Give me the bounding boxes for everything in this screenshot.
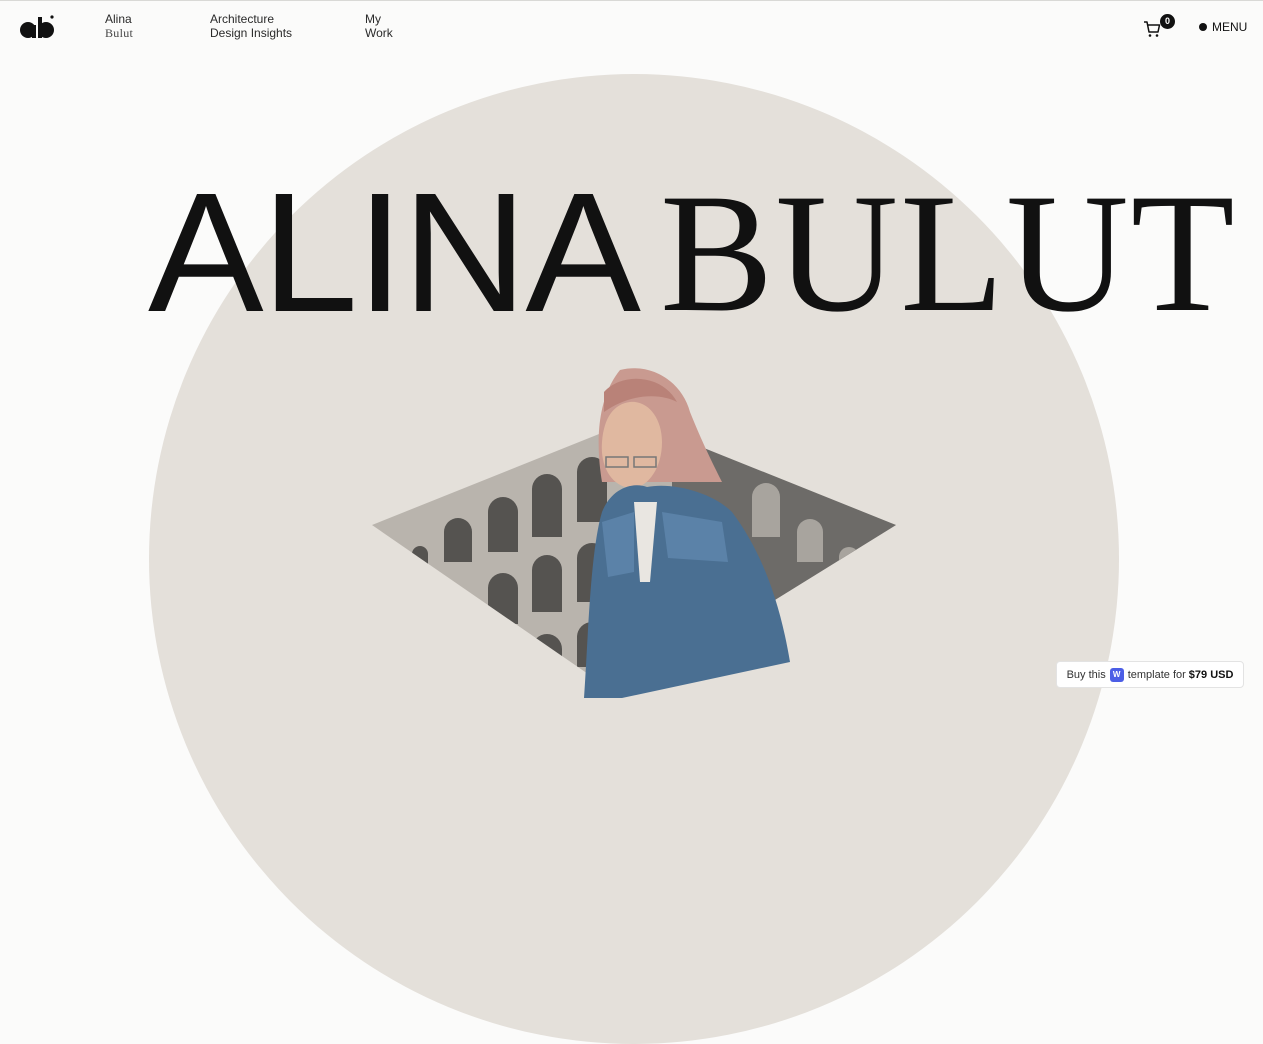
top-border [0,0,1263,1]
nav-link-line1: Architecture [210,12,275,26]
hero-first-name: ALINA [148,158,641,348]
nav-link-line1: My [365,12,381,26]
menu-button[interactable]: MENU [1199,19,1247,35]
hero-last-name: BULUT [660,159,1237,347]
nav-link-line2: Bulut [105,26,134,40]
ab-logo-icon [20,15,54,38]
logo-ab[interactable] [19,13,59,41]
menu-label: MENU [1212,20,1248,34]
buy-template-badge[interactable]: Buy this W template for $79 USD [1056,661,1244,688]
cart-button[interactable]: 0 [1141,14,1177,40]
menu-dot-icon [1199,23,1207,31]
nav-link-line2: Work [365,26,393,40]
nav-link-line1: Alina [105,12,132,26]
nav-link-home[interactable]: Alina Bulut [105,12,133,40]
hero-title: ALINA BULUT [148,158,1235,348]
badge-middle: template for [1127,668,1186,681]
nav-link-architecture-insights[interactable]: Architecture Design Insights [210,12,292,40]
badge-prefix: Buy this [1066,668,1106,681]
cart-count-badge: 0 [1160,14,1175,29]
webflow-icon: W [1109,667,1124,682]
badge-price: $79 USD [1188,668,1234,681]
nav-link-my-work[interactable]: My Work [365,12,393,40]
portrait-image [372,368,896,698]
cart-icon [1144,21,1161,37]
nav-link-line2: Design Insights [210,26,293,40]
